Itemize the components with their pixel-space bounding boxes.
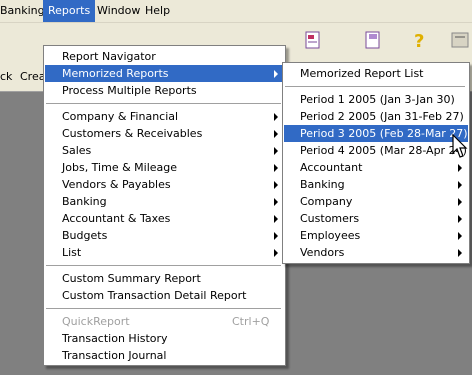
menu-item-label: Memorized Reports — [62, 67, 169, 80]
menu-separator — [285, 86, 465, 87]
submenu-item-accountant[interactable]: Accountant — [284, 159, 468, 176]
menu-item-label: Process Multiple Reports — [62, 84, 197, 97]
menu-item-label: Company — [300, 195, 353, 208]
submenu-item-employees[interactable]: Employees — [284, 227, 468, 244]
submenu-arrow-icon — [274, 113, 278, 121]
menu-help[interactable]: Help — [140, 0, 175, 22]
submenu-arrow-icon — [274, 130, 278, 138]
submenu-item-banking[interactable]: Banking — [284, 176, 468, 193]
menu-item-label: Banking — [62, 195, 107, 208]
menu-item-accountant-taxes[interactable]: Accountant & Taxes — [45, 210, 284, 227]
tool-icon[interactable] — [449, 29, 471, 51]
submenu-arrow-icon — [274, 70, 278, 78]
submenu-item-vendors[interactable]: Vendors — [284, 244, 468, 261]
menu-item-label: Period 3 2005 (Feb 28-Mar 27) — [300, 127, 468, 140]
menu-item-label: Employees — [300, 229, 361, 242]
menu-separator — [46, 265, 281, 266]
menu-item-vendors-payables[interactable]: Vendors & Payables — [45, 176, 284, 193]
submenu-arrow-icon — [274, 215, 278, 223]
menu-item-label: Transaction Journal — [62, 349, 167, 362]
menu-item-label: Accountant & Taxes — [62, 212, 171, 225]
menu-item-label: QuickReport — [62, 315, 130, 328]
menu-item-label: Memorized Report List — [300, 67, 424, 80]
menu-item-memorized-reports[interactable]: Memorized Reports — [45, 65, 284, 82]
submenu-arrow-icon — [274, 249, 278, 257]
submenu-arrow-icon — [458, 164, 462, 172]
submenu-arrow-icon — [458, 232, 462, 240]
menu-item-label: Report Navigator — [62, 50, 156, 63]
submenu-arrow-icon — [274, 181, 278, 189]
menu-item-label: Custom Summary Report — [62, 272, 201, 285]
submenu-item-customers[interactable]: Customers — [284, 210, 468, 227]
submenu-arrow-icon — [458, 198, 462, 206]
mouse-cursor-icon — [452, 134, 468, 158]
submenu-item-period-1[interactable]: Period 1 2005 (Jan 3-Jan 30) — [284, 91, 468, 108]
menu-item-report-navigator[interactable]: Report Navigator — [45, 48, 284, 65]
menu-item-label: Accountant — [300, 161, 363, 174]
menu-item-jobs-time-mileage[interactable]: Jobs, Time & Mileage — [45, 159, 284, 176]
menu-reports[interactable]: Reports — [43, 0, 96, 22]
menu-item-label: Period 2 2005 (Jan 31-Feb 27) — [300, 110, 464, 123]
menu-item-transaction-history[interactable]: Transaction History — [45, 330, 284, 347]
toolbar-label-partial-1[interactable]: ck — [0, 70, 12, 83]
menu-item-label: Jobs, Time & Mileage — [62, 161, 178, 174]
menu-item-label: Period 4 2005 (Mar 28-Apr 24) — [300, 144, 467, 157]
menu-item-custom-transaction-detail-report[interactable]: Custom Transaction Detail Report — [45, 287, 284, 304]
menu-item-budgets[interactable]: Budgets — [45, 227, 284, 244]
toolbar-label-partial-2[interactable]: Crea — [20, 70, 45, 83]
menu-separator — [46, 103, 281, 104]
memorized-reports-submenu: Memorized Report List Period 1 2005 (Jan… — [282, 62, 470, 264]
menu-item-label: Vendors & Payables — [62, 178, 171, 191]
menu-item-shortcut: Ctrl+Q — [232, 315, 270, 328]
menu-item-label: Customers — [300, 212, 360, 225]
submenu-arrow-icon — [274, 164, 278, 172]
menu-item-customers-receivables[interactable]: Customers & Receivables — [45, 125, 284, 142]
report-icon[interactable] — [302, 29, 324, 51]
reports-menu: Report Navigator Memorized Reports Proce… — [43, 45, 286, 366]
menu-item-label: Custom Transaction Detail Report — [62, 289, 247, 302]
menu-item-sales[interactable]: Sales — [45, 142, 284, 159]
submenu-arrow-icon — [274, 147, 278, 155]
submenu-item-period-4[interactable]: Period 4 2005 (Mar 28-Apr 24) — [284, 142, 468, 159]
submenu-arrow-icon — [274, 198, 278, 206]
help-icon[interactable]: ? — [408, 29, 430, 51]
menu-item-label: Company & Financial — [62, 110, 179, 123]
submenu-arrow-icon — [458, 215, 462, 223]
menu-item-transaction-journal[interactable]: Transaction Journal — [45, 347, 284, 364]
menu-item-label: Vendors — [300, 246, 345, 259]
menu-separator — [46, 308, 281, 309]
menu-item-process-multiple-reports[interactable]: Process Multiple Reports — [45, 82, 284, 99]
submenu-arrow-icon — [458, 249, 462, 257]
submenu-item-memorized-report-list[interactable]: Memorized Report List — [284, 65, 468, 82]
svg-text:?: ? — [414, 31, 424, 51]
menu-item-custom-summary-report[interactable]: Custom Summary Report — [45, 270, 284, 287]
menu-window[interactable]: Window — [92, 0, 145, 22]
submenu-arrow-icon — [458, 181, 462, 189]
menu-item-banking[interactable]: Banking — [45, 193, 284, 210]
document-icon[interactable] — [362, 29, 384, 51]
menu-item-label: Banking — [300, 178, 345, 191]
menu-bar: Banking Reports Window Help — [0, 0, 472, 23]
menu-item-company-financial[interactable]: Company & Financial — [45, 108, 284, 125]
menu-item-label: Transaction History — [62, 332, 168, 345]
submenu-item-period-2[interactable]: Period 2 2005 (Jan 31-Feb 27) — [284, 108, 468, 125]
menu-item-label: Sales — [62, 144, 92, 157]
menu-item-label: Period 1 2005 (Jan 3-Jan 30) — [300, 93, 455, 106]
submenu-arrow-icon — [274, 232, 278, 240]
menu-item-list[interactable]: List — [45, 244, 284, 261]
submenu-item-company[interactable]: Company — [284, 193, 468, 210]
submenu-item-period-3[interactable]: Period 3 2005 (Feb 28-Mar 27) — [284, 125, 468, 142]
menu-item-label: Customers & Receivables — [62, 127, 203, 140]
menu-item-quickreport[interactable]: QuickReport Ctrl+Q — [45, 313, 284, 330]
menu-item-label: Budgets — [62, 229, 108, 242]
menu-item-label: List — [62, 246, 82, 259]
